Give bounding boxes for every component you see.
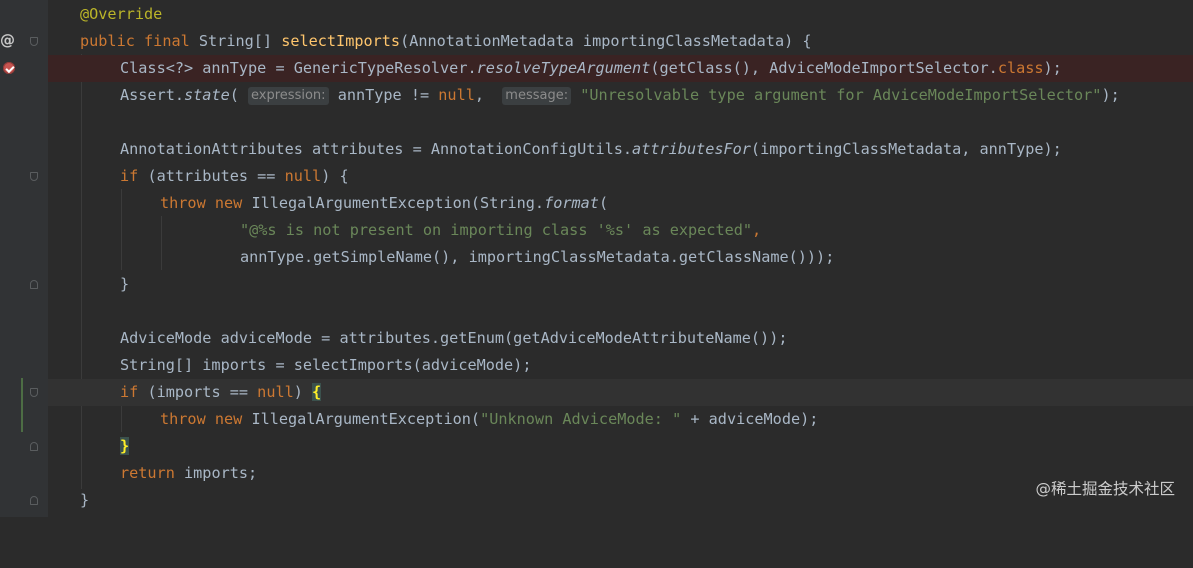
editor-gutter[interactable]: @	[0, 0, 48, 517]
code-line[interactable]: public final String[] selectImports(Anno…	[48, 28, 1193, 55]
code-line[interactable]: throw new IllegalArgumentException(Strin…	[48, 190, 1193, 217]
code-line[interactable]: @Override	[48, 1, 1193, 28]
fold-icon[interactable]	[30, 280, 38, 289]
code-line[interactable]: "@%s is not present on importing class '…	[48, 217, 1193, 244]
code-line[interactable]: AdviceMode adviceMode = attributes.getEn…	[48, 325, 1193, 352]
code-line-empty[interactable]	[48, 109, 1193, 136]
matched-brace: {	[312, 383, 322, 401]
fold-icon[interactable]	[30, 172, 38, 181]
fold-icon[interactable]	[30, 388, 38, 397]
code-line[interactable]: }	[48, 433, 1193, 460]
code-editor[interactable]: @Override public final String[] selectIm…	[48, 0, 1193, 517]
code-line[interactable]: if (attributes == null) {	[48, 163, 1193, 190]
parameter-hint-expression: expression:	[248, 87, 329, 105]
fold-icon[interactable]	[30, 442, 38, 451]
code-line[interactable]: annType.getSimpleName(), importingClassM…	[48, 244, 1193, 271]
fold-icon[interactable]	[30, 496, 38, 505]
code-line[interactable]: AnnotationAttributes attributes = Annota…	[48, 136, 1193, 163]
code-line[interactable]: return imports;	[48, 460, 1193, 487]
watermark: @稀土掘金技术社区	[1035, 480, 1175, 498]
breakpoint-icon[interactable]	[3, 62, 15, 74]
code-line[interactable]: Assert.state( expression: annType != nul…	[48, 82, 1193, 109]
matched-brace: }	[120, 437, 130, 455]
code-line-breakpoint[interactable]: Class<?> annType = GenericTypeResolver.r…	[48, 55, 1193, 82]
parameter-hint-message: message:	[502, 87, 572, 105]
code-line[interactable]: }	[48, 487, 1193, 514]
fold-icon[interactable]	[30, 37, 38, 46]
code-line[interactable]: }	[48, 271, 1193, 298]
vcs-change-marker[interactable]	[21, 378, 23, 432]
code-line[interactable]: String[] imports = selectImports(adviceM…	[48, 352, 1193, 379]
code-line-empty[interactable]	[48, 298, 1193, 325]
code-line-current[interactable]: if (imports == null) {	[48, 379, 1193, 406]
code-line[interactable]: throw new IllegalArgumentException("Unkn…	[48, 406, 1193, 433]
override-marker-icon[interactable]: @	[0, 31, 15, 49]
